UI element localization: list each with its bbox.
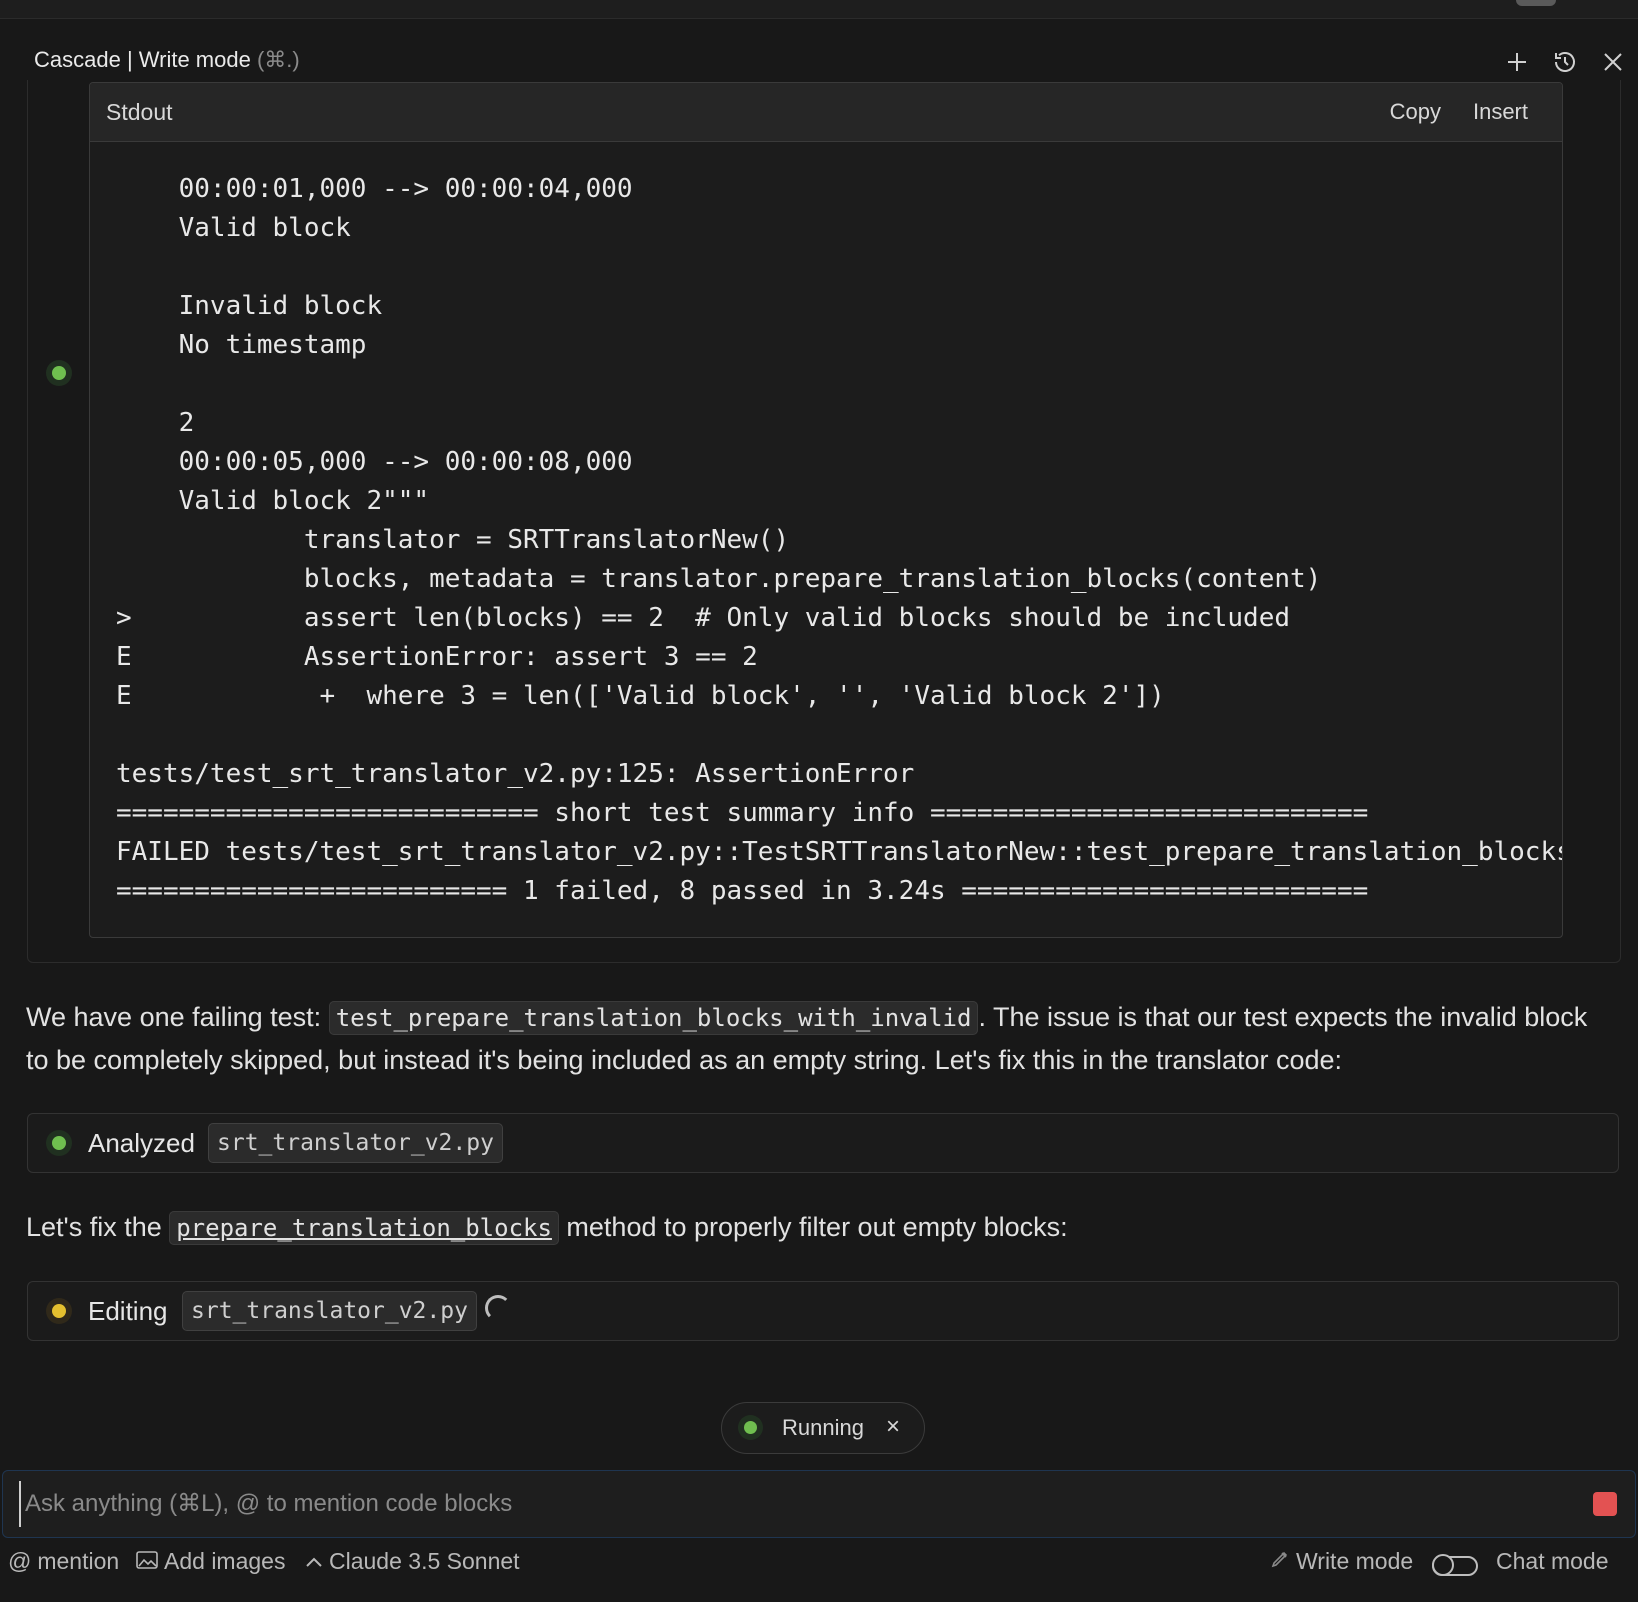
model-label: Claude 3.5 Sonnet [329,1548,520,1574]
chat-input[interactable] [19,1481,1587,1527]
message-text: We have one failing test: [26,1002,329,1032]
assistant-message: We have one failing test: test_prepare_t… [26,996,1616,1081]
panel-title: Cascade | Write mode (⌘.) [34,47,300,73]
step-label: Editing [88,1296,168,1326]
write-mode-label: Write mode [1296,1548,1414,1574]
header-actions [1502,47,1628,77]
symbol-link[interactable]: prepare_translation_blocks [169,1211,559,1245]
running-status-dot [744,1421,757,1434]
cancel-run-icon[interactable]: × [886,1413,900,1441]
add-images-label: Add images [164,1548,286,1574]
running-pill: Running × [721,1402,925,1454]
model-selector[interactable]: Claude 3.5 Sonnet [305,1548,520,1575]
stdout-title: Stdout [106,99,173,125]
loading-spinner-icon [485,1295,511,1321]
add-images-button[interactable]: Add images [136,1548,285,1575]
chevron-up-icon [305,1548,323,1575]
panel-title-shortcut: (⌘.) [256,47,300,72]
stdout-content: 00:00:01,000 --> 00:00:04,000 Valid bloc… [116,174,1563,906]
chat-mode-label: Chat mode [1496,1548,1609,1574]
step-label: Analyzed [88,1128,195,1158]
window-top-strip [0,0,1638,19]
running-label: Running [782,1415,864,1440]
file-chip[interactable]: srt_translator_v2.py [182,1291,477,1331]
at-icon: @ [8,1548,32,1574]
window-drag-handle[interactable] [1516,0,1556,6]
step-status-dot [52,1304,66,1318]
stdout-actions: Copy Insert [1390,99,1528,125]
pencil-icon [1270,1548,1290,1575]
close-icon[interactable] [1598,47,1628,77]
mode-toggle[interactable] [1432,1554,1478,1576]
stdout-header: Stdout Copy Insert [90,83,1562,142]
plus-icon[interactable] [1502,47,1532,77]
mention-button[interactable]: @ mention [8,1548,119,1575]
insert-button[interactable]: Insert [1473,99,1528,125]
message-text: method to properly filter out empty bloc… [558,1212,1068,1242]
chat-input-box [2,1470,1636,1538]
write-mode-button[interactable]: Write mode [1270,1548,1413,1575]
history-icon[interactable] [1550,47,1580,77]
inline-code: test_prepare_translation_blocks_with_inv… [328,1001,979,1035]
stdout-panel: Stdout Copy Insert 00:00:01,000 --> 00:0… [89,82,1563,938]
stop-icon[interactable] [1593,1492,1617,1516]
image-icon [136,1548,158,1575]
step-status-dot [52,1136,66,1150]
file-chip[interactable]: srt_translator_v2.py [208,1123,503,1163]
assistant-message: Let's fix the prepare_translation_blocks… [26,1206,1068,1249]
chat-mode-button[interactable]: Chat mode [1496,1548,1609,1575]
step-analyzed: Analyzed srt_translator_v2.py [27,1113,1619,1173]
step-editing: Editing srt_translator_v2.py [27,1281,1619,1341]
copy-button[interactable]: Copy [1390,99,1441,125]
message-text: Let's fix the [26,1212,170,1242]
input-footer: @ mention Add images Claude 3.5 Sonnet W… [0,1544,1638,1584]
mention-label: mention [37,1548,120,1574]
panel-title-text: Cascade | Write mode [34,47,251,72]
command-status-dot [52,366,66,380]
panel-header: Cascade | Write mode (⌘.) [0,19,1638,79]
